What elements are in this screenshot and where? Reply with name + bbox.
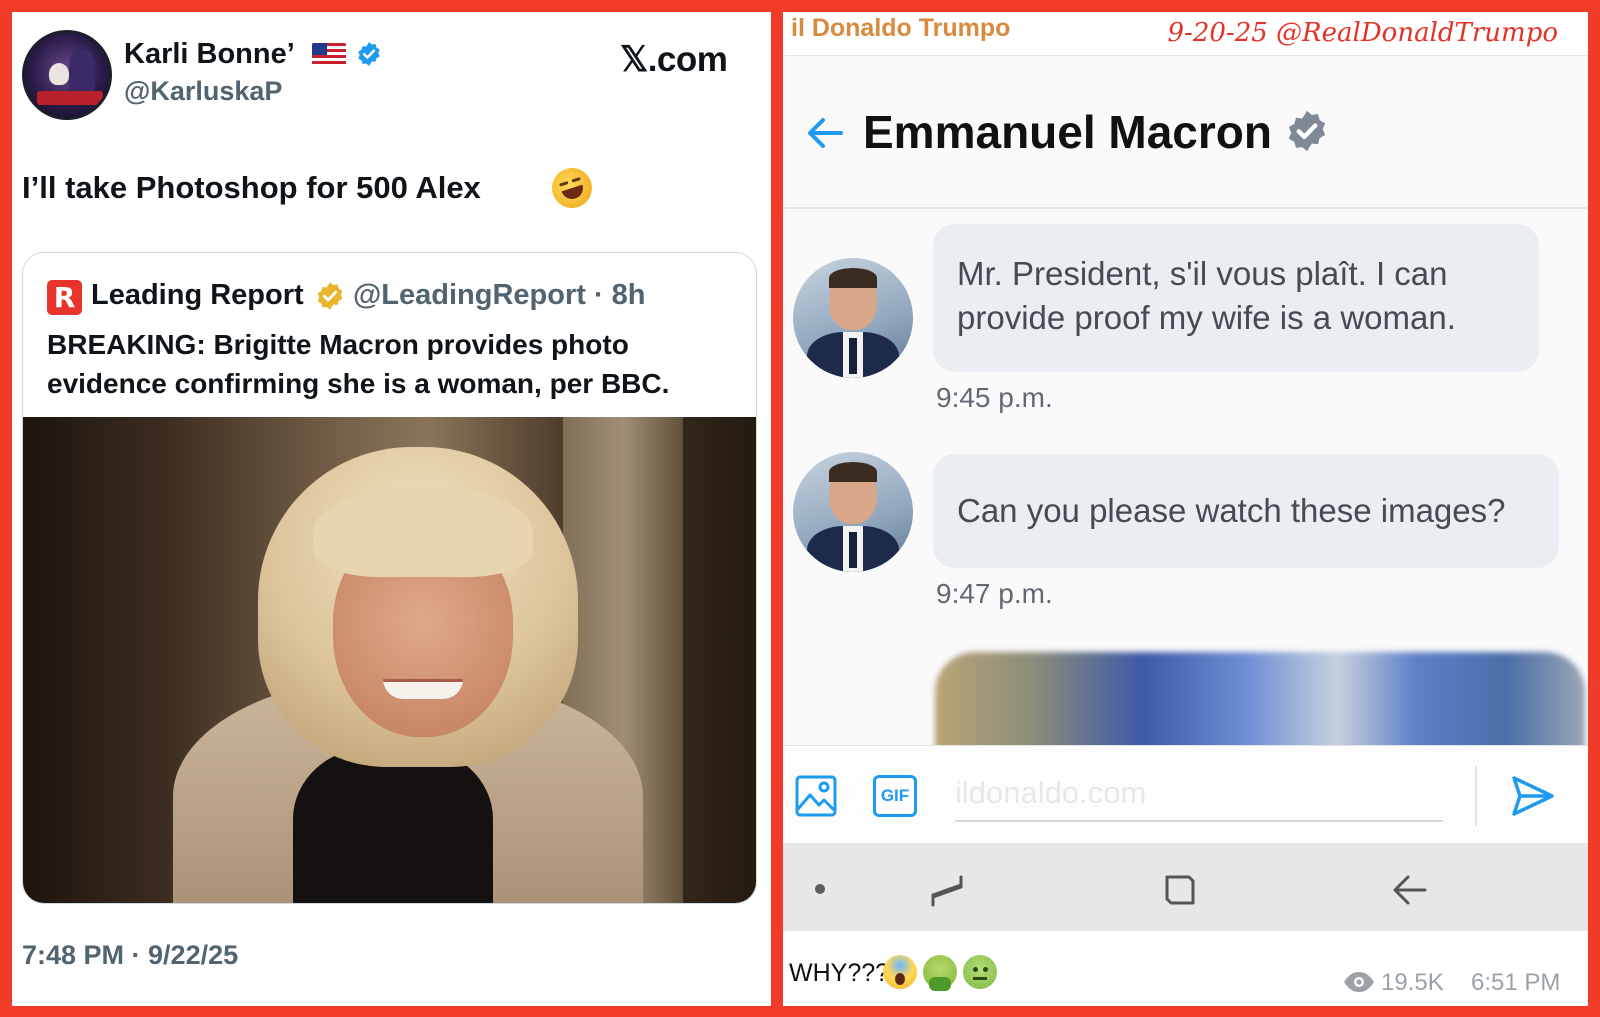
laugh-emoji-icon [546, 162, 598, 214]
news-photo[interactable] [23, 417, 756, 903]
quote-source-name[interactable]: Leading Report [91, 279, 304, 312]
quoted-post-card[interactable]: R Leading Report @LeadingReport · 8h BRE… [22, 252, 757, 904]
gold-check-icon [317, 282, 343, 310]
message-input[interactable] [955, 766, 1443, 822]
author-avatar[interactable] [22, 30, 112, 120]
nav-home-icon[interactable] [1163, 873, 1197, 907]
nav-back-icon[interactable] [1391, 873, 1427, 907]
image-icon[interactable] [795, 775, 837, 817]
quote-headline: BREAKING: Brigitte Macron provides photo… [47, 329, 670, 399]
caption-strip: WHY??? 19.5K 6:51 PM [783, 931, 1588, 1006]
contact-verified-icon [1288, 110, 1326, 152]
x-site-label: 𝕏.com [620, 40, 728, 79]
nav-recent-apps-icon[interactable] [929, 873, 965, 907]
android-nav-bar [783, 843, 1588, 931]
left-post-panel: Karli Bonne’ @KarluskaP 𝕏.com I’ll take … [12, 12, 771, 1006]
brand-label: il Donaldo Trumpo [791, 14, 1011, 42]
sender-avatar[interactable] [793, 452, 913, 572]
leading-report-logo: R [47, 280, 82, 315]
flag-us-icon [312, 43, 346, 65]
tweet-text: I’ll take Photoshop for 500 Alex [22, 170, 481, 205]
message-time: 9:47 p.m. [936, 578, 1053, 609]
gif-icon[interactable]: GIF [873, 775, 917, 817]
post-clock-time: 6:51 PM [1471, 969, 1561, 996]
right-chat-panel: il Donaldo Trumpo 9-20-25 @RealDonaldTru… [783, 12, 1588, 1006]
caption-text: WHY??? [789, 959, 890, 987]
message-time: 9:45 p.m. [936, 382, 1053, 413]
send-icon[interactable] [1511, 774, 1555, 818]
eye-icon [1344, 972, 1374, 992]
message-text: Mr. President, s'il vous plaît. I can pr… [957, 255, 1456, 336]
message-text: Can you please watch these images? [957, 492, 1506, 529]
composer-divider [1475, 766, 1477, 826]
avatar-banner-shape [37, 91, 103, 105]
author-name[interactable]: Karli Bonne’ [124, 38, 295, 71]
sender-avatar[interactable] [793, 258, 913, 378]
sick-emoji-icon [963, 955, 997, 989]
verified-icon [358, 42, 380, 66]
chat-header: Emmanuel Macron [783, 57, 1588, 209]
author-handle[interactable]: @KarluskaP [124, 76, 282, 107]
avatar-skull-shape [49, 63, 69, 85]
view-count: 19.5K [1381, 969, 1444, 996]
message-bubble[interactable]: Can you please watch these images? [933, 454, 1559, 568]
contact-name[interactable]: Emmanuel Macron [863, 105, 1272, 159]
quote-source-handle[interactable]: @LeadingReport · 8h [353, 279, 646, 312]
post-timestamp[interactable]: 7:48 PM · 9/22/25 [22, 940, 238, 971]
message-bubble[interactable]: Mr. President, s'il vous plaît. I can pr… [933, 224, 1539, 372]
date-handle-label: 9-20-25 @RealDonaldTrumpo [1167, 18, 1559, 48]
nav-dot-icon[interactable] [815, 884, 825, 894]
back-arrow-icon[interactable] [805, 115, 845, 151]
message-composer: GIF [783, 745, 1588, 843]
scream-emoji-icon [883, 955, 917, 989]
brand-strip: il Donaldo Trumpo 9-20-25 @RealDonaldTru… [783, 12, 1588, 56]
vomit-emoji-icon [923, 955, 957, 991]
avatar-figure-shape [69, 49, 95, 93]
